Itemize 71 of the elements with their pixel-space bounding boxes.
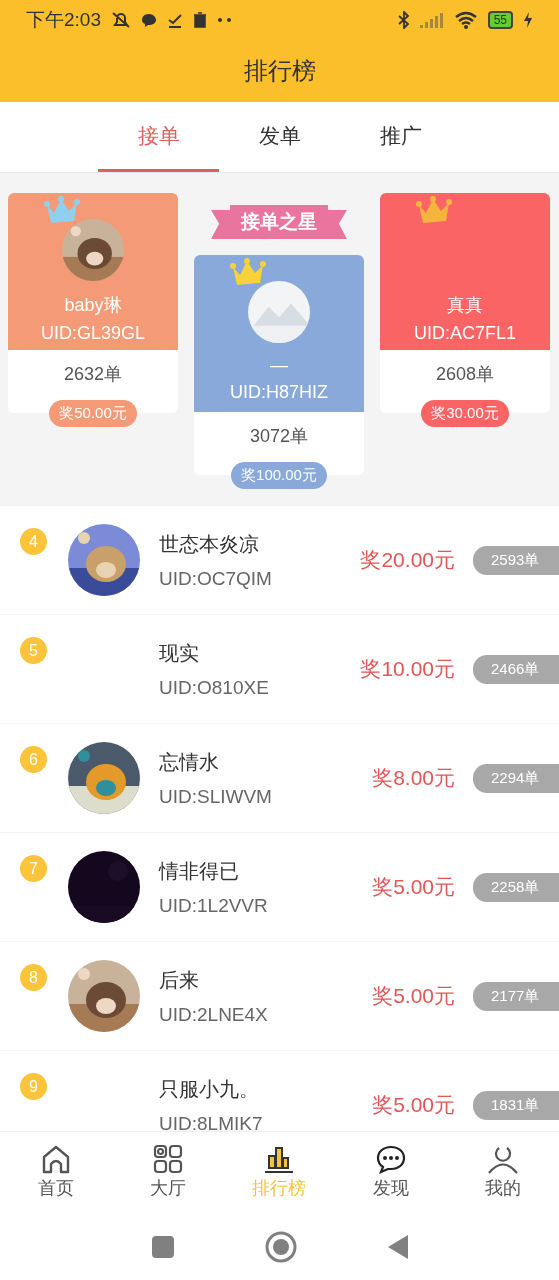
order-count-pill: 2294单 [473, 763, 559, 793]
tab[interactable]: 发单 [219, 102, 340, 172]
check-icon [167, 12, 183, 28]
user-id: UID:8LMIK7 [159, 1112, 264, 1131]
bluetooth-icon [397, 11, 410, 29]
status-time: 下午2:03 [26, 8, 101, 32]
charging-icon [523, 12, 533, 28]
page-title: 排行榜 [243, 56, 316, 86]
tab[interactable]: 推广 [340, 102, 461, 172]
grid-icon [152, 1144, 183, 1174]
recents-icon[interactable] [150, 1235, 175, 1259]
reward-amount: 奖5.00元 [372, 874, 455, 900]
rank-badge: 4 [20, 528, 47, 555]
user-id: UID:GL39GL [40, 323, 145, 344]
user-name: 世态本炎凉 [159, 531, 260, 557]
user-id: UID:SLIWVM [159, 785, 273, 808]
rank-badge: 7 [20, 855, 47, 882]
nav-tab[interactable]: 首页 [0, 1132, 112, 1212]
nav-tab[interactable]: 大厅 [111, 1132, 224, 1212]
user-name: 真真 [447, 294, 483, 317]
order-count: 2632单 [63, 363, 122, 386]
user-name: 忘情水 [159, 749, 220, 775]
more-icon [217, 17, 233, 23]
trash-icon [193, 12, 207, 28]
mute-icon [111, 11, 131, 29]
user-name: 只服小九。 [159, 1076, 260, 1102]
user-id: UID:H87HIZ [230, 382, 328, 403]
nav-tab[interactable]: 我的 [447, 1132, 559, 1212]
bar-chart-icon [264, 1144, 295, 1174]
home-button-icon[interactable] [264, 1231, 297, 1263]
user-id: UID:2LNE4X [159, 1003, 269, 1026]
wifi-icon [453, 11, 478, 29]
reward-amount: 奖8.00元 [372, 765, 455, 791]
user-id: UID:1L2VVR [159, 894, 269, 917]
user-id: UID:O810XE [159, 676, 270, 699]
signal-icon [419, 12, 444, 28]
reward-pill: 奖30.00元 [421, 400, 509, 427]
reward-pill: 奖100.00元 [231, 462, 327, 489]
rank-badge: 5 [20, 637, 47, 664]
reward-amount: 奖20.00元 [360, 547, 455, 573]
user-name: baby琳 [64, 294, 122, 317]
crown-icon [44, 195, 80, 225]
user-name: — [270, 355, 288, 376]
back-icon[interactable] [386, 1234, 409, 1260]
rank-badge: 6 [20, 746, 47, 773]
rank-badge: 9 [20, 1073, 47, 1100]
chat-bubble-icon [141, 12, 157, 28]
reward-pill: 奖50.00元 [49, 400, 137, 427]
order-count: 2608单 [435, 363, 494, 386]
user-name: 后来 [159, 967, 200, 993]
order-count-pill: 1831单 [473, 1090, 559, 1120]
battery-level: 55 [487, 11, 513, 29]
order-count-pill: 2177单 [473, 981, 559, 1011]
user-id: UID:OC7QIM [159, 567, 273, 590]
order-count: 3072单 [249, 425, 308, 448]
rank-badge: 8 [20, 964, 47, 991]
user-name: 现实 [159, 640, 200, 666]
user-id: UID:AC7FL1 [413, 323, 516, 344]
crown-icon [230, 257, 266, 287]
person-icon [487, 1144, 520, 1174]
order-count-pill: 2466单 [473, 654, 559, 684]
nav-tab[interactable]: 发现 [335, 1132, 448, 1212]
reward-amount: 奖5.00元 [372, 1092, 455, 1118]
user-name: 情非得已 [159, 858, 240, 884]
order-count-pill: 2258单 [473, 872, 559, 902]
reward-amount: 奖5.00元 [372, 983, 455, 1009]
order-count-pill: 2593单 [473, 545, 559, 575]
crown-icon [416, 195, 452, 225]
ribbon-banner: 接单之星 [211, 205, 347, 239]
chat-icon [376, 1144, 407, 1174]
reward-amount: 奖10.00元 [360, 656, 455, 682]
